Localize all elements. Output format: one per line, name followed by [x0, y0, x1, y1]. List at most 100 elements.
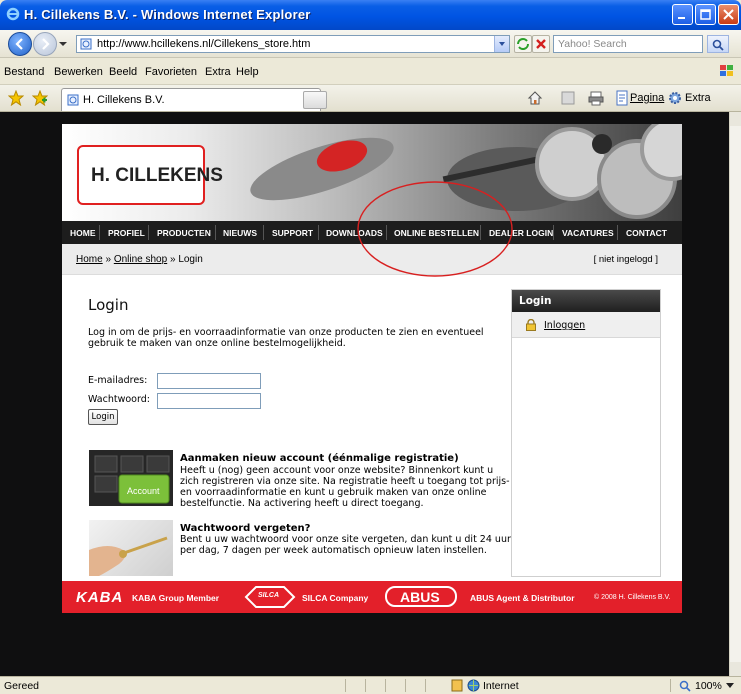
login-status: [ niet ingelogd ] [593, 254, 658, 265]
status-divider [425, 679, 426, 692]
abus-logo[interactable]: ABUS [385, 586, 457, 607]
minimize-button[interactable] [672, 4, 693, 25]
status-divider [405, 679, 406, 692]
stop-icon [536, 39, 546, 49]
internet-globe-icon [467, 679, 480, 692]
page-menu[interactable]: Pagina [630, 92, 664, 104]
menu-help[interactable]: Help [236, 66, 259, 78]
chevron-down-icon [499, 42, 505, 46]
email-field[interactable] [157, 373, 261, 389]
nav-separator [99, 225, 100, 240]
sidebar-title: Login [512, 290, 660, 312]
nav-separator [215, 225, 216, 240]
menu-favorieten[interactable]: Favorieten [145, 66, 197, 78]
zoom-dropdown-icon[interactable] [726, 683, 734, 689]
new-account-title: Aanmaken nieuw account (éénmalige regist… [180, 453, 459, 464]
history-dropdown-icon[interactable] [58, 39, 68, 49]
highlight-circle-annotation [357, 181, 513, 277]
stop-button[interactable] [532, 35, 550, 53]
add-favorite-icon[interactable] [32, 90, 48, 106]
window-title: H. Cillekens B.V. - Windows Internet Exp… [24, 7, 311, 22]
email-label: E-mailadres: [88, 375, 148, 386]
status-divider [365, 679, 366, 692]
site-logo[interactable]: H. CILLEKENS [77, 145, 223, 205]
menu-beeld[interactable]: Beeld [109, 66, 137, 78]
tools-menu[interactable]: Extra [685, 92, 711, 104]
sidebar-item-inloggen[interactable]: Inloggen [512, 312, 660, 338]
page-menu-icon[interactable] [614, 90, 630, 106]
windows-flag-icon[interactable] [718, 63, 736, 79]
nav-contact[interactable]: CONTACT [626, 228, 667, 238]
vertical-scrollbar[interactable] [729, 112, 741, 676]
login-button[interactable]: Login [88, 409, 118, 425]
close-button[interactable] [718, 4, 739, 25]
close-icon [723, 9, 734, 20]
print-icon[interactable] [588, 90, 604, 106]
status-divider [670, 679, 671, 692]
nav-support[interactable]: SUPPORT [272, 228, 313, 238]
zoom-icon [679, 680, 691, 692]
abus-text: ABUS Agent & Distributor [470, 593, 575, 603]
page-icon [67, 94, 79, 106]
protected-mode-icon[interactable] [451, 679, 463, 692]
nav-profiel[interactable]: PROFIEL [108, 228, 145, 238]
maximize-icon [700, 9, 711, 20]
scroll-down-button[interactable] [730, 662, 741, 676]
zoom-level[interactable]: 100% [695, 680, 722, 692]
favorites-star-icon[interactable] [8, 90, 24, 106]
home-icon[interactable] [527, 90, 543, 106]
maximize-button[interactable] [695, 4, 716, 25]
account-keyboard-image: Account [89, 450, 173, 506]
hand-holding-key-illustration [89, 536, 168, 576]
copyright-text: © 2008 H. Cillekens B.V. [594, 594, 671, 601]
status-divider [345, 679, 346, 692]
menu-bewerken[interactable]: Bewerken [54, 66, 103, 78]
forgot-password-text[interactable]: Bent u uw wachtwoord voor onze site verg… [180, 534, 515, 556]
menu-extra[interactable]: Extra [205, 66, 231, 78]
kaba-logo[interactable]: KABA [76, 589, 123, 606]
nav-separator [617, 225, 618, 240]
tab-label: H. Cillekens B.V. [83, 94, 165, 106]
back-button[interactable] [8, 32, 32, 56]
kaba-text: KABA Group Member [132, 593, 220, 603]
nav-separator [263, 225, 264, 240]
search-button[interactable] [707, 35, 729, 53]
nav-producten[interactable]: PRODUCTEN [157, 228, 211, 238]
main-content: Login Log in om de prijs- en voorraadinf… [62, 275, 682, 581]
page-icon [80, 38, 92, 50]
nav-separator [318, 225, 319, 240]
new-account-text: Heeft u (nog) geen account voor onze web… [180, 465, 510, 509]
password-label: Wachtwoord: [88, 394, 150, 405]
address-toolbar: http://www.hcillekens.nl/Cillekens_store… [0, 30, 741, 58]
new-tab-button[interactable] [303, 91, 327, 109]
hand-key-image [89, 520, 173, 576]
tools-gear-icon[interactable] [667, 90, 683, 106]
nav-separator [148, 225, 149, 240]
tab-cillekens[interactable]: H. Cillekens B.V. [61, 88, 321, 111]
nav-vacatures[interactable]: VACATURES [562, 228, 614, 238]
breadcrumb-current: Login [178, 254, 203, 265]
forgot-password-title: Wachtwoord vergeten? [180, 523, 311, 534]
breadcrumb-shop-link[interactable]: Online shop [114, 254, 167, 265]
window-titlebar[interactable]: H. Cillekens B.V. - Windows Internet Exp… [0, 0, 741, 30]
status-divider [385, 679, 386, 692]
feeds-icon[interactable] [560, 90, 576, 106]
password-field[interactable] [157, 393, 261, 409]
silca-text: SILCA Company [302, 593, 369, 603]
nav-home[interactable]: HOME [70, 228, 96, 238]
forward-button[interactable] [33, 32, 57, 56]
minimize-icon [678, 17, 685, 19]
address-field[interactable]: http://www.hcillekens.nl/Cillekens_store… [76, 35, 510, 53]
menu-bestand[interactable]: Bestand [4, 66, 44, 78]
intro-text: Log in om de prijs- en voorraadinformati… [88, 327, 484, 349]
refresh-button[interactable] [514, 35, 532, 53]
account-key-label: Account [127, 486, 160, 496]
breadcrumb-home-link[interactable]: Home [76, 254, 103, 265]
browser-viewport: H. CILLEKENS HOME PROFIEL PRODUCTEN NIEU… [0, 112, 729, 676]
breadcrumb: Home » Online shop » Login [76, 254, 203, 265]
inloggen-link[interactable]: Inloggen [544, 320, 585, 331]
nav-nieuws[interactable]: NIEUWS [223, 228, 257, 238]
search-input[interactable]: Yahoo! Search [553, 35, 703, 53]
address-dropdown-button[interactable] [494, 36, 509, 52]
scroll-up-button[interactable] [730, 112, 741, 126]
